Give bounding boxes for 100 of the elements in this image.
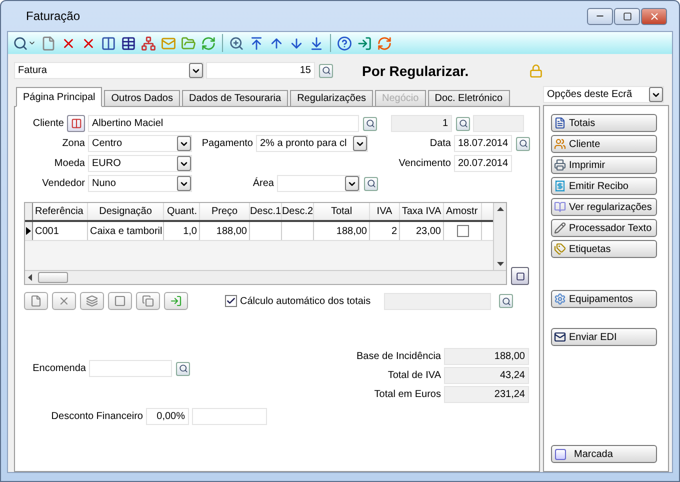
search-button[interactable]	[456, 116, 470, 130]
option-icon	[554, 159, 566, 171]
column-header[interactable]: Total	[314, 203, 370, 220]
dropdown-field[interactable]: 2% a pronto para cl	[256, 135, 368, 152]
search-button[interactable]	[499, 294, 513, 308]
field-label: Cliente	[32, 118, 65, 129]
option-button[interactable]: Ver regularizações	[551, 198, 657, 216]
toolbar-button[interactable]	[12, 34, 37, 52]
tab[interactable]: Doc. Eletrónico	[428, 90, 510, 107]
folder-icon	[181, 36, 196, 50]
column-header[interactable]: Preço	[200, 203, 250, 220]
checkbox[interactable]	[225, 295, 237, 307]
table-cell: 2	[370, 222, 400, 240]
preview-icon	[229, 36, 244, 50]
auto-totals-checkbox[interactable]: Cálculo automático dos totais	[225, 295, 380, 307]
scroll-thumb[interactable]	[38, 272, 68, 283]
option-button[interactable]: Cliente	[551, 135, 657, 153]
help-icon	[337, 36, 352, 50]
vertical-scrollbar[interactable]	[493, 203, 506, 270]
document-type-dropdown[interactable]: Fatura	[14, 62, 204, 79]
document-number-field[interactable]: 15	[206, 62, 315, 79]
close-icon	[648, 10, 660, 22]
client-list-button[interactable]	[67, 115, 85, 132]
column-header[interactable]: Designação	[88, 203, 164, 220]
option-icon	[554, 293, 566, 305]
search-icon	[502, 296, 510, 306]
table-cell: 188,00	[314, 222, 370, 240]
minimize-button[interactable]	[587, 8, 613, 24]
marked-button[interactable]: Marcada	[551, 445, 657, 463]
grid-button[interactable]	[511, 267, 529, 285]
lock-icon	[529, 64, 543, 78]
column-header[interactable]: Desc.2	[282, 203, 314, 220]
search-button[interactable]	[516, 136, 530, 150]
option-button[interactable]: Emitir Recibo	[551, 177, 657, 195]
close-button[interactable]	[641, 8, 667, 24]
search-button[interactable]	[363, 116, 377, 130]
due-date-field[interactable]: 20.07.2014	[454, 155, 512, 172]
scroll-up-icon	[496, 207, 504, 211]
option-button[interactable]: Imprimir	[551, 156, 657, 174]
option-icon	[554, 201, 566, 213]
network-icon	[141, 36, 156, 50]
column-header[interactable]: Quant.	[164, 203, 200, 220]
first-record-icon	[249, 36, 264, 50]
column-header[interactable]: Referência	[33, 203, 88, 220]
column-header[interactable]: Amostr	[444, 203, 482, 220]
table-cell: 23,00	[400, 222, 444, 240]
column-header[interactable]: Desc.1	[250, 203, 282, 220]
table-cell: C001	[33, 222, 88, 240]
client-number-field[interactable]: 1	[391, 115, 452, 132]
option-icon	[554, 117, 566, 129]
discount-field[interactable]: 0,00%	[146, 408, 189, 425]
line-action-button[interactable]	[108, 292, 132, 310]
options-dropdown[interactable]: Opções deste Ecrã	[543, 86, 664, 103]
checkbox[interactable]	[456, 225, 468, 237]
option-button[interactable]: Processador Texto	[551, 219, 657, 237]
tab[interactable]: Página Principal	[16, 87, 102, 107]
line-action-button[interactable]	[52, 292, 76, 310]
toolbar-button[interactable]	[228, 34, 245, 52]
column-header[interactable]: Taxa IVA	[400, 203, 444, 220]
tab[interactable]: Regularizações	[290, 90, 374, 107]
line-action-button[interactable]	[164, 292, 188, 310]
tab[interactable]: Dados de Tesouraria	[182, 90, 288, 107]
option-button[interactable]: Enviar EDI	[551, 328, 657, 346]
field-label: Data	[428, 138, 452, 149]
search-icon	[13, 36, 28, 50]
refresh-icon	[201, 36, 216, 50]
option-button[interactable]: Etiquetas	[551, 240, 657, 258]
new-document-icon	[41, 36, 56, 50]
order-field[interactable]	[89, 360, 172, 377]
search-button[interactable]	[319, 64, 333, 78]
search-button[interactable]	[364, 176, 378, 190]
maximize-button[interactable]	[614, 8, 640, 24]
line-action-button[interactable]	[136, 292, 160, 310]
field-label: Vencimento	[398, 158, 452, 169]
field-label: Desconto Financeiro	[50, 411, 144, 422]
column-header[interactable]: IVA	[370, 203, 400, 220]
client-name-field[interactable]: Albertino Maciel	[88, 115, 359, 132]
option-button[interactable]: Totais	[551, 114, 657, 132]
caret-icon	[28, 39, 36, 47]
option-button[interactable]: Equipamentos	[551, 290, 657, 308]
square-icon	[555, 448, 566, 460]
line-action-button[interactable]	[80, 292, 104, 310]
text-field[interactable]	[192, 408, 267, 425]
line-action-button[interactable]	[24, 292, 48, 310]
text-field[interactable]	[473, 115, 524, 132]
horizontal-scrollbar[interactable]	[25, 270, 506, 284]
next-record-icon	[289, 36, 304, 50]
search-button[interactable]	[176, 362, 190, 376]
text-field[interactable]	[384, 292, 491, 310]
dropdown-field[interactable]: Nuno	[88, 175, 192, 192]
date-field[interactable]: 18.07.2014	[454, 135, 512, 152]
toolbar-button[interactable]	[336, 34, 353, 52]
toolbar-button[interactable]	[120, 34, 137, 52]
tab[interactable]: Outros Dados	[104, 90, 180, 107]
scroll-left-icon	[28, 274, 32, 281]
toolbar-button[interactable]	[100, 34, 117, 52]
dropdown-field[interactable]	[277, 175, 360, 192]
dropdown-field[interactable]: Centro	[88, 135, 192, 152]
dropdown-field[interactable]: EURO	[88, 155, 192, 172]
field-label: Pagamento	[200, 138, 254, 149]
